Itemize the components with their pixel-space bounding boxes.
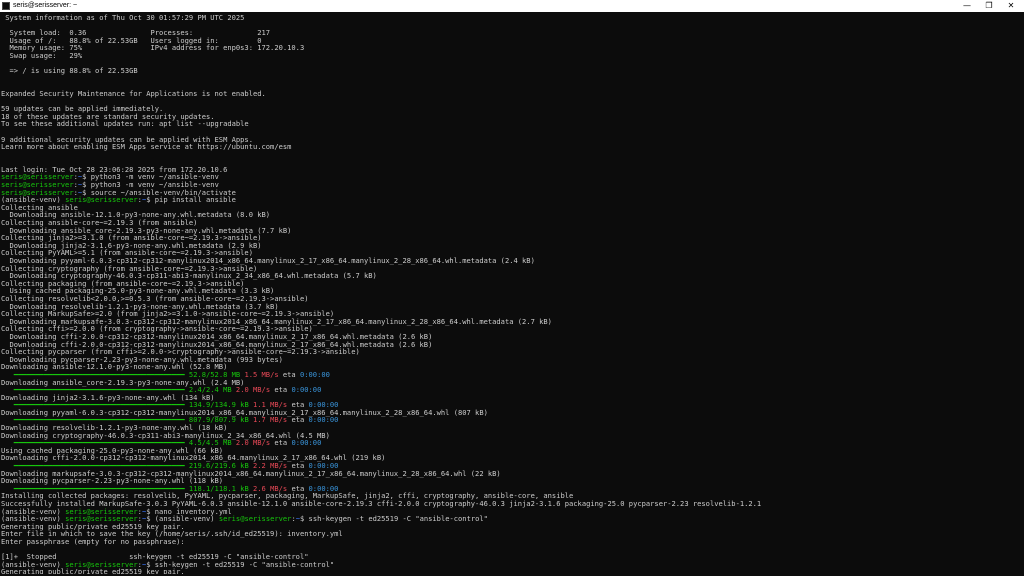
terminal-text: 0:00:00	[291, 438, 322, 448]
terminal-output[interactable]: System information as of Thu Oct 30 01:5…	[0, 14, 1020, 574]
terminal-line: System information as of Thu Oct 30 01:5…	[1, 14, 1020, 22]
terminal-text: 1.7 MB/s	[253, 415, 288, 425]
terminal-line: Learn more about enabling ESM Apps servi…	[1, 143, 1020, 151]
terminal-line: To see these additional updates run: apt…	[1, 120, 1020, 128]
minimize-button[interactable]: —	[956, 0, 978, 12]
maximize-button[interactable]: ❐	[978, 0, 1000, 12]
terminal-text: 1.5 MB/s	[244, 369, 279, 379]
terminal-window: seris@serisserver: ~ — ❐ ✕ System inform…	[0, 0, 1024, 576]
terminal-line: Memory usage: 75% IPv4 address for enp0s…	[1, 44, 1020, 52]
terminal-text: 0:00:00	[291, 385, 322, 395]
terminal-app-icon	[2, 2, 10, 10]
terminal-text: To see these additional updates run: apt…	[1, 119, 249, 129]
terminal-text: $ ssh-keygen -t ed25519 -C "ansible-cont…	[300, 514, 488, 524]
terminal-text: 2.0 MB/s	[235, 385, 271, 395]
terminal-text: => / is using 88.8% of 22.53GB	[1, 66, 138, 76]
terminal-text: 2.0 MB/s	[235, 438, 271, 448]
terminal-text: 0:00:00	[308, 415, 339, 425]
terminal-text: eta	[270, 385, 292, 395]
title-bar[interactable]: seris@serisserver: ~ — ❐ ✕	[0, 0, 1024, 12]
terminal-text: 0:00:00	[299, 369, 330, 379]
terminal-text: seris@serisserver	[218, 514, 292, 524]
terminal-text: Enter passphrase (empty for no passphras…	[1, 536, 185, 546]
window-title: seris@serisserver: ~	[13, 2, 78, 9]
terminal-text: Expanded Security Maintenance for Applic…	[1, 88, 266, 98]
terminal-text: eta	[287, 415, 309, 425]
terminal-line: Generating public/private ed25519 key pa…	[1, 568, 1020, 574]
terminal-line: (ansible-venv) seris@serisserver:~$ pip …	[1, 196, 1020, 204]
terminal-line: Expanded Security Maintenance for Applic…	[1, 90, 1020, 98]
close-button[interactable]: ✕	[1000, 0, 1022, 12]
terminal-text: Generating public/private ed25519 key pa…	[1, 567, 185, 574]
terminal-text: System information as of Thu Oct 30 01:5…	[1, 14, 245, 22]
terminal-line: Enter passphrase (empty for no passphras…	[1, 538, 1020, 546]
terminal-text: $ pip install ansible	[146, 195, 236, 205]
scrollbar[interactable]	[1018, 14, 1024, 576]
terminal-text: eta	[278, 369, 300, 379]
terminal-text: eta	[270, 438, 292, 448]
terminal-text: Learn more about enabling ESM Apps servi…	[1, 142, 292, 152]
terminal-line: => / is using 88.8% of 22.53GB	[1, 67, 1020, 75]
terminal-text: Swap usage: 29%	[1, 50, 83, 60]
terminal-line: Swap usage: 29%	[1, 52, 1020, 60]
